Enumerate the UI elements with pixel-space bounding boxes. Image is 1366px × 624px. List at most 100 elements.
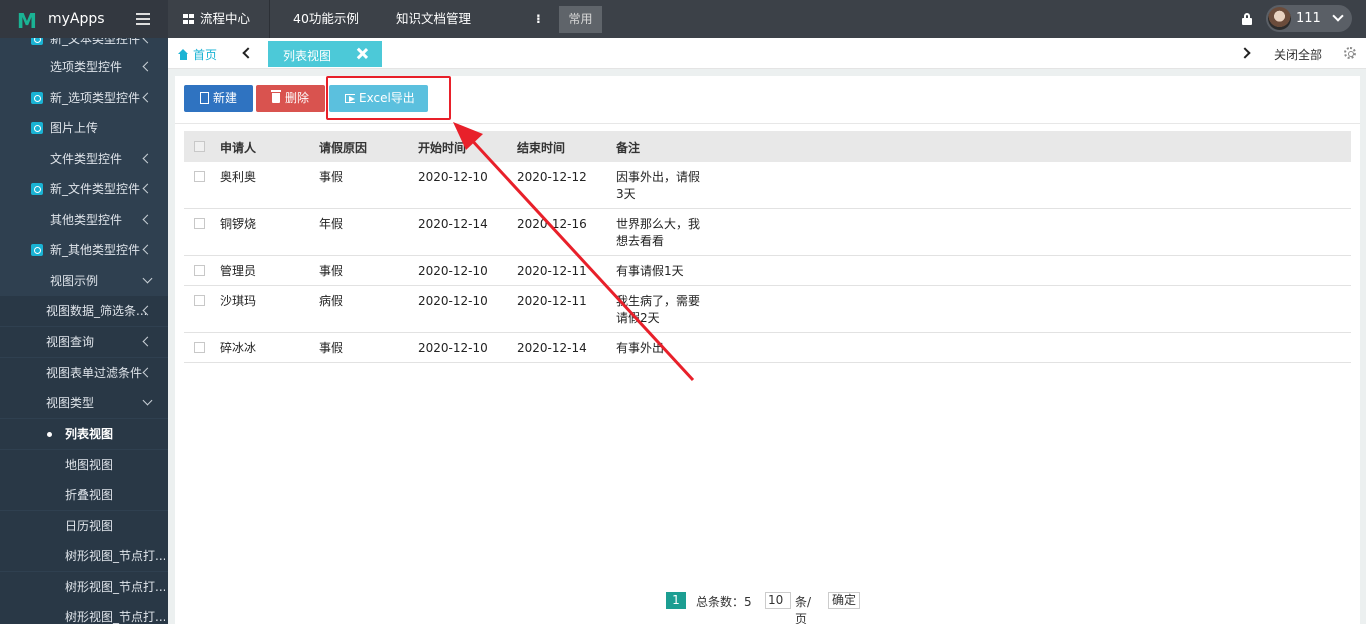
sidebar-item-label: 树形视图_节点打... <box>65 549 165 563</box>
delete-button[interactable]: 删除 <box>256 85 325 112</box>
sidebar-item-view-form-filter[interactable]: 视图表单过滤条件 <box>0 358 168 388</box>
table-row[interactable]: 碎冰冰 事假 2020-12-10 2020-12-14 有事外出 <box>184 333 1351 363</box>
sidebar-item-new-file-controls[interactable]: 新_文件类型控件 <box>0 174 168 204</box>
chevron-left-icon <box>142 214 153 225</box>
sidebar-item-calendar-view[interactable]: 日历视图 <box>0 511 168 541</box>
new-button[interactable]: 新建 <box>184 85 253 112</box>
column-header-start[interactable]: 开始时间 <box>418 139 466 156</box>
home-icon <box>178 49 189 60</box>
cell-applicant: 管理员 <box>220 264 257 278</box>
sidebar-item-option-controls[interactable]: 选项类型控件 <box>0 52 168 82</box>
tab-list-view[interactable]: 列表视图 <box>268 41 382 67</box>
nav-item-knowledge[interactable]: 知识文档管理 <box>396 0 471 38</box>
cell-note-line1: 世界那么大，我 <box>616 217 701 231</box>
sidebar-item-new-other-controls[interactable]: 新_其他类型控件 <box>0 235 168 265</box>
module-icon <box>31 183 43 195</box>
sidebar-item-other-controls[interactable]: 其他类型控件 <box>0 205 168 235</box>
sidebar-item-label: 图片上传 <box>50 121 99 135</box>
chevron-left-icon <box>142 336 153 347</box>
logo[interactable]: M myApps <box>0 0 168 38</box>
sidebar-item-tree-view-1[interactable]: 树形视图_节点打... <box>0 541 168 571</box>
tab-scroll-left-icon[interactable] <box>242 47 254 59</box>
sidebar-item-label: 其他类型控件 <box>50 213 123 227</box>
tab-home[interactable]: 首页 <box>178 46 217 63</box>
toolbar-divider <box>175 123 1360 124</box>
column-header-note[interactable]: 备注 <box>616 139 640 156</box>
ellipsis-vertical-icon[interactable]: ⁝ <box>536 0 541 38</box>
select-all-checkbox[interactable] <box>194 141 205 152</box>
lock-icon[interactable] <box>1242 13 1252 25</box>
sidebar-item-view-query[interactable]: 视图查询 <box>0 327 168 357</box>
page-size-input[interactable]: 10 <box>765 592 791 609</box>
module-icon <box>31 122 43 134</box>
sidebar-item-list-view[interactable]: 列表视图 <box>0 419 168 449</box>
table-row[interactable]: 沙琪玛 病假 2020-12-10 2020-12-11 我生病了，需要 请假2… <box>184 286 1351 333</box>
cell-end: 2020-12-14 <box>517 341 587 355</box>
chevron-left-icon <box>142 61 153 72</box>
active-bullet-icon <box>47 432 52 437</box>
sidebar-item-label: 日历视图 <box>65 519 114 533</box>
sidebar-item-view-examples[interactable]: 视图示例 <box>0 266 168 296</box>
cell-note-line1: 我生病了，需要 <box>616 294 701 308</box>
common-button[interactable]: 常用 <box>559 6 602 33</box>
sidebar-item-label: 新_选项类型控件 <box>50 91 141 105</box>
cell-end: 2020-12-11 <box>517 264 587 278</box>
nav-divider <box>269 0 270 38</box>
row-checkbox[interactable] <box>194 342 205 353</box>
chevron-down-icon <box>142 395 153 406</box>
sidebar-item-view-data-filter[interactable]: 视图数据_筛选条... <box>0 296 168 326</box>
sidebar-item-map-view[interactable]: 地图视图 <box>0 450 168 480</box>
module-icon <box>31 38 43 45</box>
tab-label: 列表视图 <box>283 49 332 63</box>
page-number-current[interactable]: 1 <box>666 592 686 609</box>
cell-note-line2: 请假2天 <box>616 311 660 325</box>
sidebar-item-label: 文件类型控件 <box>50 152 123 166</box>
per-page-label: 条/页 <box>795 595 812 624</box>
grid-icon <box>183 14 194 24</box>
nav-item-features[interactable]: 40功能示例 <box>293 0 359 38</box>
column-header-end[interactable]: 结束时间 <box>517 139 565 156</box>
sidebar-item-label: 视图表单过滤条件 <box>46 366 143 380</box>
table-row[interactable]: 铜锣烧 年假 2020-12-14 2020-12-16 世界那么大，我 想去看… <box>184 209 1351 256</box>
cell-end: 2020-12-12 <box>517 170 587 184</box>
nav-item-workflow[interactable]: 流程中心 <box>183 0 250 38</box>
module-icon <box>31 244 43 256</box>
gear-icon[interactable] <box>1344 47 1356 59</box>
close-all-button[interactable]: 关闭全部 <box>1274 46 1322 63</box>
column-header-reason[interactable]: 请假原因 <box>319 139 367 156</box>
table-header: 申请人 请假原因 开始时间 结束时间 备注 <box>184 131 1351 162</box>
menu-toggle-icon[interactable] <box>136 13 150 25</box>
cell-end: 2020-12-11 <box>517 294 587 308</box>
top-bar: M myApps 流程中心 40功能示例 知识文档管理 ⁝ 常用 111 <box>0 0 1366 38</box>
row-checkbox[interactable] <box>194 265 205 276</box>
sidebar-item-label: 视图示例 <box>50 274 99 288</box>
close-icon[interactable] <box>356 48 368 60</box>
column-header-applicant[interactable]: 申请人 <box>220 139 256 156</box>
sidebar-item-label: 折叠视图 <box>65 488 114 502</box>
row-checkbox[interactable] <box>194 218 205 229</box>
sidebar-item-tree-view-2[interactable]: 树形视图_节点打... <box>0 572 168 602</box>
user-menu[interactable]: 111 <box>1266 5 1352 32</box>
sidebar-item-label: 地图视图 <box>65 458 114 472</box>
sidebar-item-fold-view[interactable]: 折叠视图 <box>0 480 168 510</box>
cell-start: 2020-12-10 <box>418 170 488 184</box>
sidebar-item-file-controls[interactable]: 文件类型控件 <box>0 144 168 174</box>
sidebar-item-new-option-controls[interactable]: 新_选项类型控件 <box>0 83 168 113</box>
sidebar-item-image-upload[interactable]: 图片上传 <box>0 113 168 143</box>
cell-note-line2: 想去看看 <box>616 234 665 248</box>
chevron-left-icon <box>142 244 153 255</box>
tab-scroll-right-icon[interactable] <box>1239 47 1251 59</box>
avatar <box>1268 7 1291 30</box>
table-row[interactable]: 管理员 事假 2020-12-10 2020-12-11 有事请假1天 <box>184 256 1351 286</box>
confirm-button[interactable]: 确定 <box>828 592 860 609</box>
row-checkbox[interactable] <box>194 295 205 306</box>
sidebar-item-label: 列表视图 <box>65 427 114 441</box>
sidebar-item-view-types[interactable]: 视图类型 <box>0 388 168 418</box>
row-checkbox[interactable] <box>194 171 205 182</box>
table-row[interactable]: 奥利奥 事假 2020-12-10 2020-12-12 因事外出，请假 3天 <box>184 162 1351 209</box>
module-icon <box>31 92 43 104</box>
cell-applicant: 奥利奥 <box>220 170 257 184</box>
sidebar-item-tree-view-3[interactable]: 树形视图_节点打... <box>0 602 168 624</box>
sidebar-item-label: 视图类型 <box>46 396 95 410</box>
cell-start: 2020-12-10 <box>418 294 488 308</box>
